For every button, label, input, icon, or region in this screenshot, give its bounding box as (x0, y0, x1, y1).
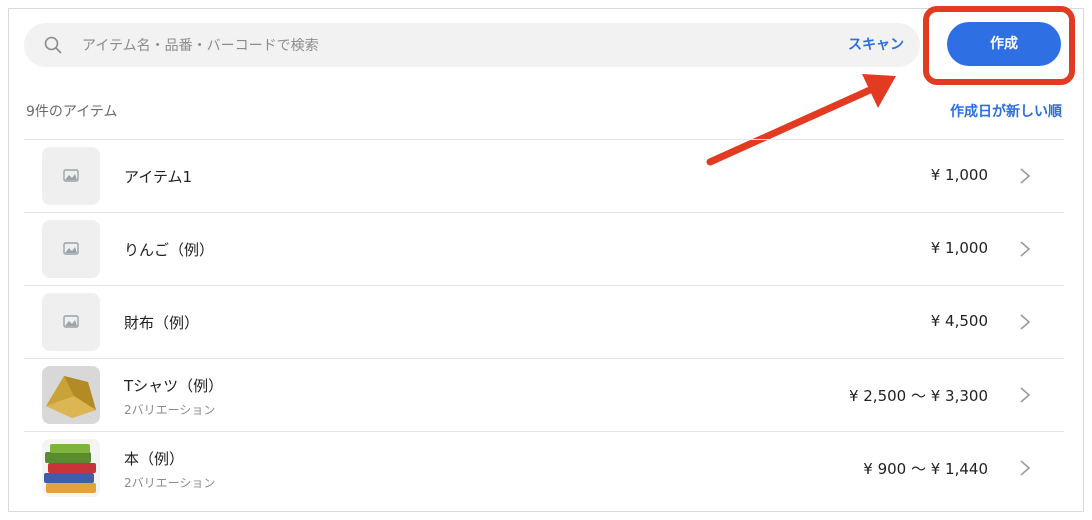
item-price: ¥ 4,500 (930, 312, 988, 330)
item-name: 財布（例） (124, 314, 200, 332)
item-price: ¥ 900 〜 ¥ 1,440 (863, 460, 988, 478)
item-name: Tシャツ（例） (124, 377, 224, 395)
highlight-box (923, 6, 1075, 85)
list-item[interactable]: Tシャツ（例） 2バリエーション ¥ 2,500 〜 ¥ 3,300 (24, 358, 1064, 431)
item-variations: 2バリエーション (124, 476, 216, 490)
list-item[interactable]: 財布（例） ¥ 4,500 (24, 285, 1064, 358)
chevron-right-icon (1020, 460, 1031, 476)
item-count: 9件のアイテム (26, 104, 118, 120)
placeholder-image-icon (42, 293, 100, 351)
chevron-right-icon (1020, 241, 1031, 257)
scan-button[interactable]: スキャン (848, 34, 904, 54)
search-input[interactable]: アイテム名・品番・バーコードで検索 (82, 35, 319, 55)
item-variations: 2バリエーション (124, 403, 216, 417)
chevron-right-icon (1020, 168, 1031, 184)
item-list: アイテム1 ¥ 1,000 りんご（例） ¥ 1,000 財布（例） ¥ 4,5… (24, 139, 1064, 504)
item-name: アイテム1 (124, 168, 193, 186)
books-thumbnail (42, 439, 100, 497)
tshirt-sample-thumbnail (42, 366, 100, 424)
search-icon (44, 36, 62, 54)
placeholder-image-icon (42, 147, 100, 205)
chevron-right-icon (1020, 314, 1031, 330)
item-name: 本（例） (124, 450, 185, 468)
sort-button[interactable]: 作成日が新しい順 (950, 101, 1062, 121)
list-item[interactable]: 本（例） 2バリエーション ¥ 900 〜 ¥ 1,440 (24, 431, 1064, 504)
placeholder-image-icon (42, 220, 100, 278)
list-item[interactable]: アイテム1 ¥ 1,000 (24, 139, 1064, 212)
item-price: ¥ 2,500 〜 ¥ 3,300 (848, 387, 988, 405)
item-name: りんご（例） (124, 241, 215, 259)
item-price: ¥ 1,000 (930, 239, 988, 257)
chevron-right-icon (1020, 387, 1031, 403)
list-item[interactable]: りんご（例） ¥ 1,000 (24, 212, 1064, 285)
item-price: ¥ 1,000 (930, 166, 988, 184)
